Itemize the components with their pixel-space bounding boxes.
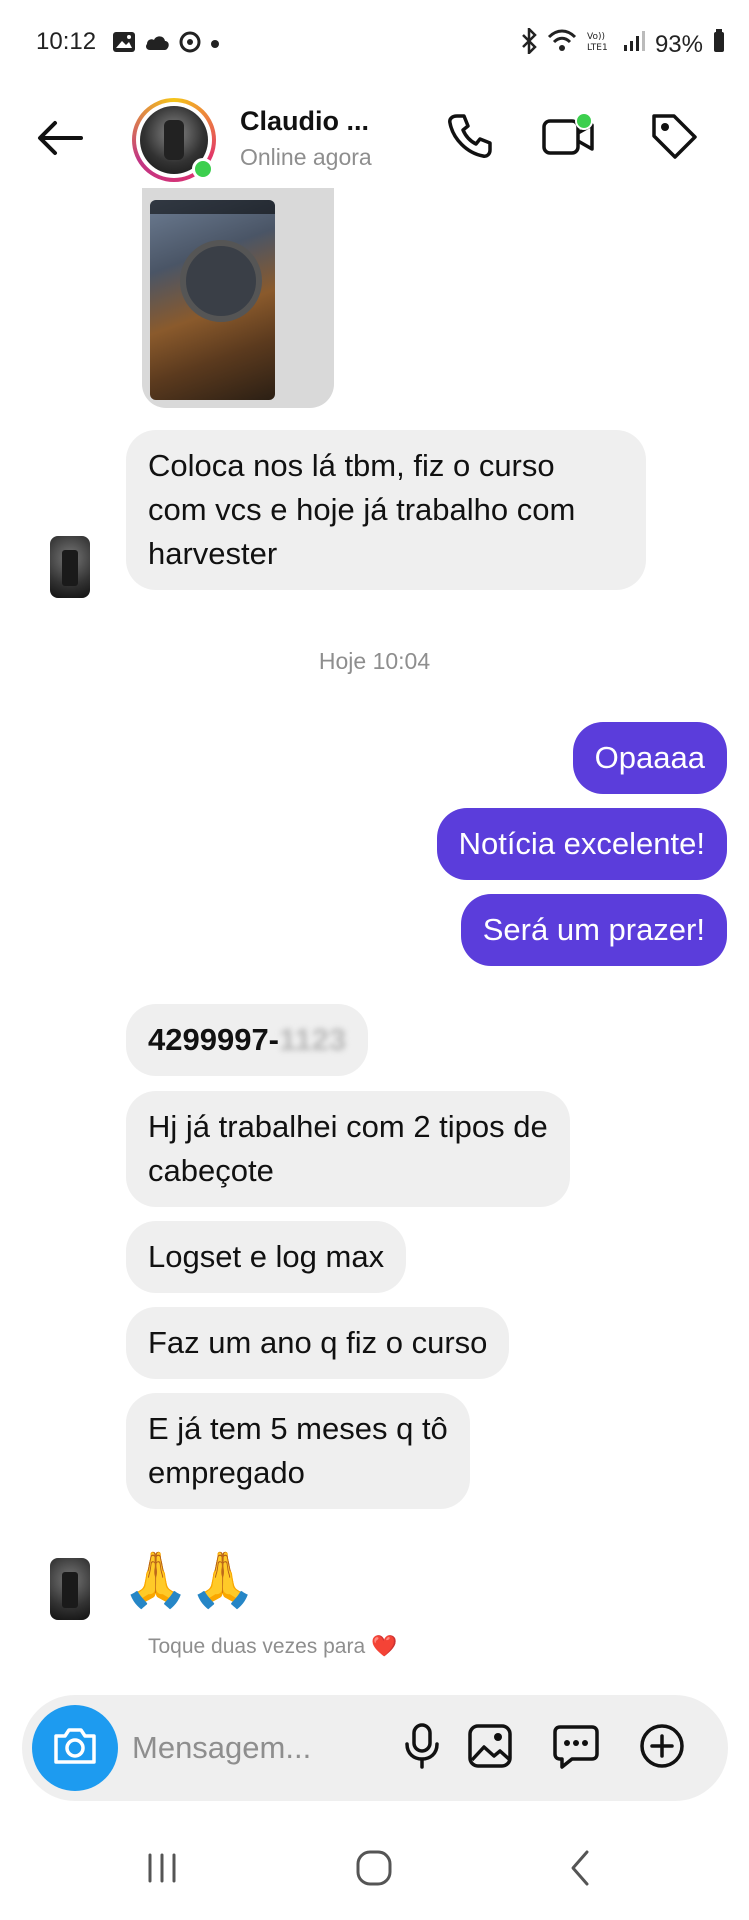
tag-icon xyxy=(648,110,700,167)
microphone-icon xyxy=(402,1722,442,1775)
phone-icon xyxy=(445,111,495,166)
battery-percent: 93% xyxy=(654,30,703,58)
sender-avatar[interactable] xyxy=(50,536,90,598)
incoming-message[interactable]: Coloca nos lá tbm, fiz o curso com vcs e… xyxy=(126,430,646,590)
tag-button[interactable] xyxy=(644,108,704,168)
contact-status: Online agora xyxy=(240,144,372,170)
gallery-notification-icon xyxy=(112,31,136,58)
message-composer xyxy=(22,1695,728,1801)
message-thread: Coloca nos lá tbm, fiz o curso com vcs e… xyxy=(0,188,749,1678)
image-icon xyxy=(466,1722,514,1775)
status-time: 10:12 xyxy=(36,28,97,55)
battery-icon xyxy=(713,29,725,60)
arrow-left-icon xyxy=(35,118,85,163)
cloud-notification-icon xyxy=(144,32,170,57)
recent-apps-icon xyxy=(142,1852,182,1889)
camera-icon xyxy=(52,1726,98,1771)
outgoing-message[interactable]: Será um prazer! xyxy=(460,894,727,966)
svg-text:Vo)): Vo)) xyxy=(587,32,605,42)
system-back-button[interactable] xyxy=(540,1840,620,1900)
home-button[interactable] xyxy=(334,1840,414,1900)
plus-circle-icon xyxy=(638,1722,686,1775)
dot-notification-icon xyxy=(210,36,220,54)
gallery-button[interactable] xyxy=(460,1718,520,1778)
message-input[interactable] xyxy=(132,1725,362,1771)
voice-message-button[interactable] xyxy=(392,1718,452,1778)
home-icon xyxy=(354,1848,394,1893)
sender-avatar[interactable] xyxy=(50,1558,90,1620)
sync-notification-icon xyxy=(178,30,202,59)
recent-apps-button[interactable] xyxy=(122,1840,202,1900)
more-options-button[interactable] xyxy=(632,1718,692,1778)
volte-icon: Vo)) LTE1 xyxy=(587,29,613,60)
message-timestamp: Hoje 10:04 xyxy=(318,648,431,674)
status-notification-icons xyxy=(112,30,220,59)
outgoing-message[interactable]: Opaaaa xyxy=(572,722,727,794)
back-button[interactable] xyxy=(32,112,88,168)
online-indicator xyxy=(192,158,214,180)
chevron-left-icon xyxy=(565,1848,595,1893)
chat-header: Claudio ... Online agora xyxy=(0,88,749,188)
chat-bubble-icon xyxy=(552,1722,600,1775)
camera-button[interactable] xyxy=(32,1705,118,1791)
emoji-message[interactable]: 🙏🙏 xyxy=(122,1550,256,1610)
status-bar: 10:12 Vo)) LTE1 93% xyxy=(0,0,749,88)
outgoing-message[interactable]: Notícia excelente! xyxy=(436,808,727,880)
phone-number: 4299997- xyxy=(148,1022,280,1057)
bluetooth-icon xyxy=(521,25,537,61)
sticker-button[interactable] xyxy=(546,1718,606,1778)
status-system-icons: Vo)) LTE1 93% xyxy=(521,25,725,61)
shared-post[interactable] xyxy=(142,188,334,408)
contact-name[interactable]: Claudio ... xyxy=(240,106,369,137)
heart-icon: ❤️ xyxy=(371,1635,398,1658)
wifi-icon xyxy=(547,29,577,60)
incoming-message[interactable]: Faz um ano q fiz o curso xyxy=(126,1307,510,1379)
system-navigation-bar xyxy=(0,1820,749,1920)
double-tap-hint: Toque duas vezes para ❤️ xyxy=(148,1635,398,1658)
signal-icon xyxy=(623,30,645,59)
incoming-message[interactable]: E já tem 5 meses q tô empregado xyxy=(126,1393,470,1509)
incoming-message[interactable]: 4299997-1123 xyxy=(126,1004,369,1076)
svg-text:LTE1: LTE1 xyxy=(587,43,608,53)
redacted-phone-digits: 1123 xyxy=(279,1022,347,1057)
shared-post-image xyxy=(150,200,275,400)
video-call-button[interactable] xyxy=(540,108,600,168)
video-camera-icon xyxy=(540,111,600,166)
incoming-message[interactable]: Hj já trabalhei com 2 tipos de cabeçote xyxy=(126,1091,570,1207)
incoming-message[interactable]: Logset e log max xyxy=(126,1221,407,1293)
voice-call-button[interactable] xyxy=(440,108,500,168)
